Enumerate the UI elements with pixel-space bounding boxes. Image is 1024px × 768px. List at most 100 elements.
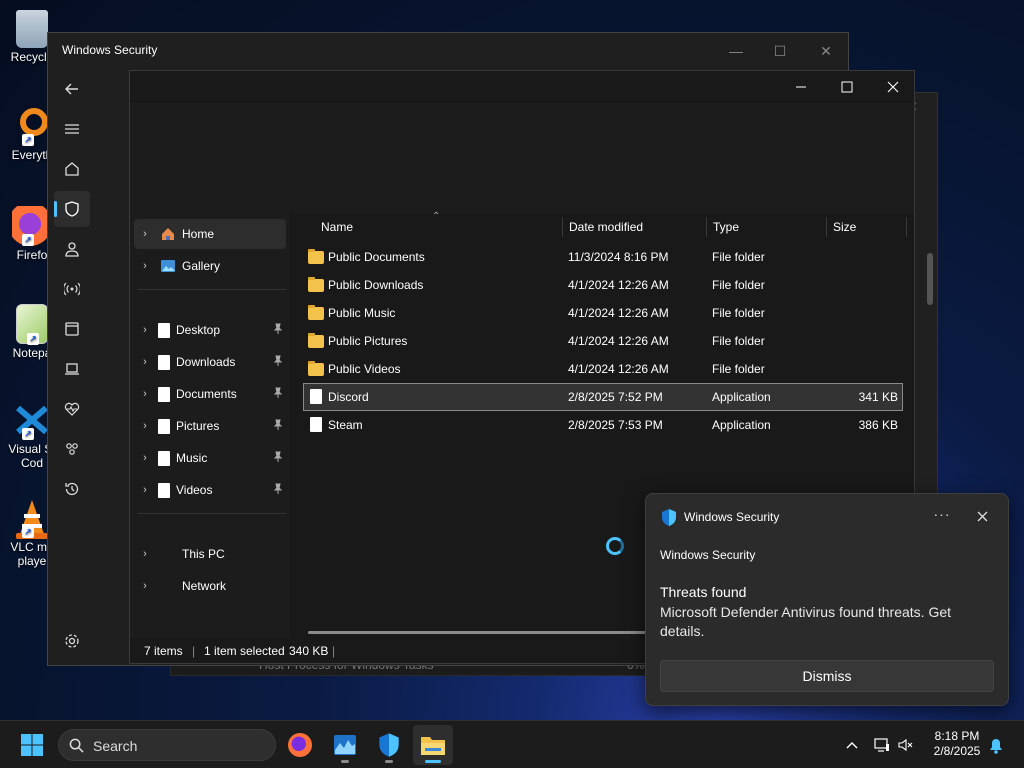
nav-item-desktop[interactable]: › Desktop xyxy=(134,315,286,345)
gallery-icon xyxy=(161,260,175,272)
nav-device-security-button[interactable] xyxy=(54,351,90,387)
minimize-button[interactable]: — xyxy=(713,37,759,65)
nav-family-options-button[interactable] xyxy=(54,431,90,467)
start-button[interactable] xyxy=(12,725,52,765)
nav-item-gallery[interactable]: › Gallery xyxy=(134,251,286,281)
nav-home-button[interactable] xyxy=(54,151,90,187)
nav-settings-button[interactable] xyxy=(54,623,90,659)
more-dots-icon[interactable]: ··· xyxy=(928,504,956,528)
toast-close-button[interactable] xyxy=(968,504,996,528)
chevron-right-icon[interactable]: › xyxy=(134,324,156,336)
wifi-antenna-icon xyxy=(64,282,80,296)
chevron-right-icon[interactable]: › xyxy=(134,484,156,496)
nav-firewall-button[interactable] xyxy=(54,271,90,307)
clock-time: 8:18 PM xyxy=(934,729,980,743)
file-row[interactable]: Public Documents 11/3/2024 8:16 PM File fo… xyxy=(304,244,902,270)
pin-icon[interactable] xyxy=(272,483,284,495)
security-nav-rail xyxy=(48,73,96,667)
column-header-date-modified[interactable]: Date modified xyxy=(562,213,706,241)
minimize-button[interactable] xyxy=(778,71,824,103)
nav-item-videos[interactable]: › Videos xyxy=(134,475,286,505)
pin-icon[interactable] xyxy=(272,355,284,367)
nav-item-label: Downloads xyxy=(176,355,236,369)
pin-icon[interactable] xyxy=(272,387,284,399)
nav-item-music[interactable]: › Music xyxy=(134,443,286,473)
document-icon xyxy=(158,386,170,402)
column-header-type[interactable]: Type xyxy=(706,213,826,241)
taskbar-firefox[interactable] xyxy=(280,725,320,765)
windows-security-icon xyxy=(379,733,399,757)
chevron-right-icon[interactable]: › xyxy=(134,452,156,464)
file-name: Public Pictures xyxy=(328,334,408,348)
nav-item-downloads[interactable]: › Downloads xyxy=(134,347,286,377)
document-icon xyxy=(158,322,170,338)
notification-center-button[interactable] xyxy=(986,736,1006,756)
system-tray-network-volume[interactable] xyxy=(870,731,918,759)
taskbar-clock[interactable]: 8:18 PM 2/8/2025 xyxy=(924,729,990,759)
file-row[interactable]: Steam 2/8/2025 7:53 PM Application 386 KB xyxy=(304,412,902,438)
column-header-size[interactable]: Size xyxy=(826,213,906,241)
volume-muted-icon xyxy=(898,738,913,752)
chevron-right-icon[interactable]: › xyxy=(134,420,156,432)
family-icon xyxy=(66,443,78,455)
chevron-right-icon[interactable]: › xyxy=(134,388,156,400)
start-windows-icon xyxy=(21,734,43,756)
taskbar-windows-security[interactable] xyxy=(369,725,409,765)
close-button[interactable] xyxy=(870,71,916,103)
dismiss-button[interactable]: Dismiss xyxy=(660,660,994,692)
nav-account-button[interactable] xyxy=(54,231,90,267)
search-icon xyxy=(69,738,84,753)
toast-notification[interactable]: Windows Security ··· Windows Security Th… xyxy=(645,493,1009,706)
loading-spinner-icon xyxy=(606,537,624,555)
search-placeholder: Search xyxy=(93,738,138,754)
column-header-name[interactable]: Name xyxy=(314,213,562,241)
pin-icon[interactable] xyxy=(272,419,284,431)
file-row[interactable]: Public Pictures 4/1/2024 12:26 AM File fol… xyxy=(304,328,902,354)
taskbar-search-box[interactable]: Search xyxy=(58,729,276,761)
chevron-right-icon[interactable]: › xyxy=(134,260,156,272)
network-icon xyxy=(874,738,889,752)
horizontal-scrollbar[interactable] xyxy=(308,631,648,634)
toast-subtitle: Windows Security xyxy=(660,548,756,562)
nav-item-home[interactable]: › Home xyxy=(134,219,286,249)
taskbar-file-explorer[interactable] xyxy=(413,725,453,765)
status-selected-count: 1 item selected xyxy=(204,644,285,658)
notepad-plus-plus-icon: ↗ xyxy=(16,304,48,345)
file-row[interactable]: Discord 2/8/2025 7:52 PM Application 341 KB xyxy=(303,383,903,411)
nav-app-browser-button[interactable] xyxy=(54,311,90,347)
chevron-right-icon[interactable]: › xyxy=(134,228,156,240)
maximize-button[interactable]: ☐ xyxy=(757,37,803,65)
status-selected-size: 340 KB xyxy=(289,644,329,658)
nav-virus-protection-button[interactable] xyxy=(54,191,90,227)
clock-date: 2/8/2025 xyxy=(933,744,981,758)
chevron-right-icon[interactable]: › xyxy=(134,356,156,368)
menu-button[interactable] xyxy=(54,111,90,147)
pin-icon[interactable] xyxy=(272,323,284,335)
file-type: File folder xyxy=(712,334,765,348)
chevron-right-icon[interactable]: › xyxy=(134,548,156,560)
back-button[interactable] xyxy=(54,71,90,107)
file-row[interactable]: Public Music 4/1/2024 12:26 AM File folder xyxy=(304,300,902,326)
chevron-right-icon[interactable]: › xyxy=(134,580,156,592)
maximize-button[interactable] xyxy=(824,71,870,103)
pin-icon[interactable] xyxy=(272,451,284,463)
file-type: File folder xyxy=(712,278,765,292)
nav-item-label: Gallery xyxy=(182,259,221,273)
close-icon xyxy=(887,81,899,93)
scrollbar-thumb[interactable] xyxy=(927,253,933,305)
nav-item-label: This PC xyxy=(182,547,225,561)
nav-item-documents[interactable]: › Documents xyxy=(134,379,286,409)
nav-item-this-pc[interactable]: › This PC xyxy=(134,539,286,569)
taskbar-task-manager[interactable] xyxy=(325,725,365,765)
show-hidden-icons-button[interactable] xyxy=(842,735,862,755)
nav-item-pictures[interactable]: › Pictures xyxy=(134,411,286,441)
close-button[interactable]: ✕ xyxy=(803,37,849,65)
nav-item-label: Pictures xyxy=(176,419,220,433)
file-name: Steam xyxy=(328,418,363,432)
file-row[interactable]: Public Videos 4/1/2024 12:26 AM File folde… xyxy=(304,356,902,382)
nav-item-network[interactable]: › Network xyxy=(134,571,286,601)
file-row[interactable]: Public Downloads 4/1/2024 12:26 AM File fo… xyxy=(304,272,902,298)
navigation-pane: › Home › Gallery › Desktop › Downloads ›… xyxy=(130,213,290,637)
nav-protection-history-button[interactable] xyxy=(54,471,90,507)
nav-device-health-button[interactable] xyxy=(54,391,90,427)
